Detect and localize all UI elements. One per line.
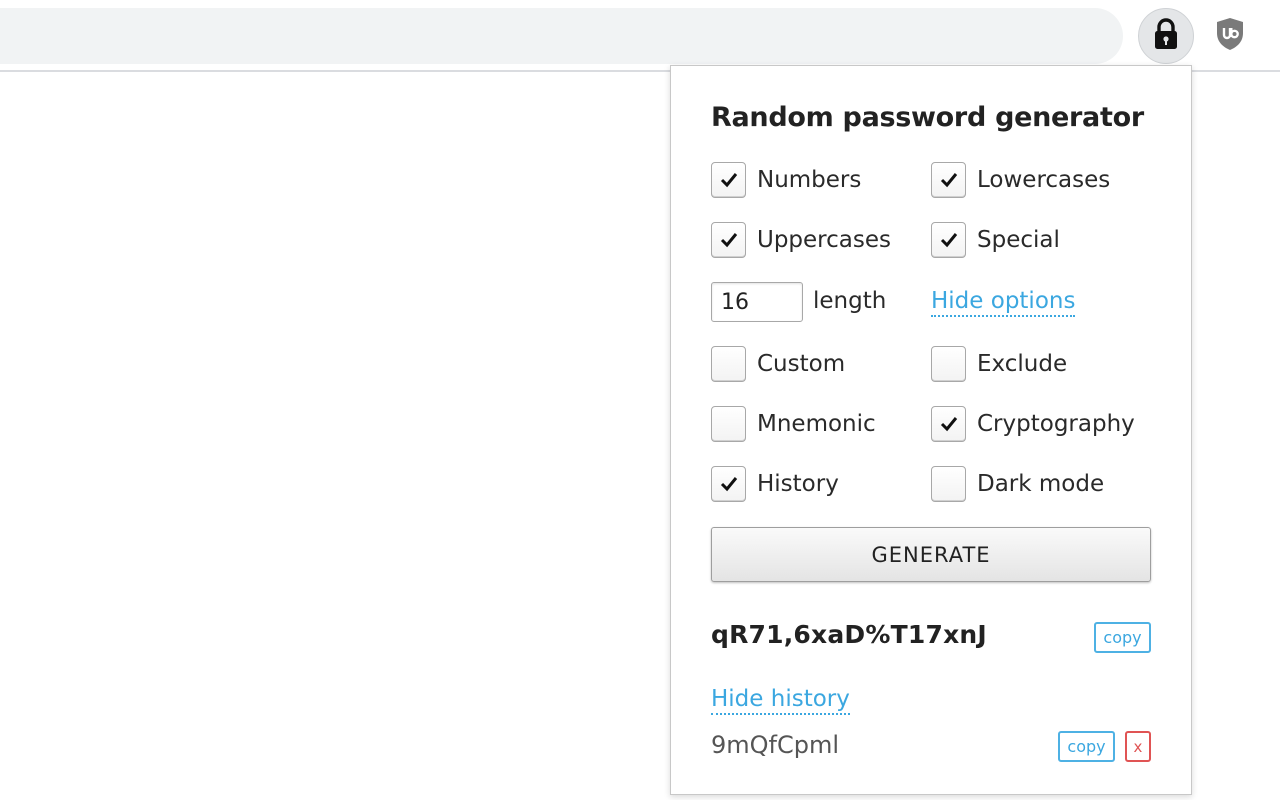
uppercases-label: Uppercases	[757, 227, 891, 253]
generate-button[interactable]: GENERATE	[711, 527, 1151, 582]
dark-mode-checkbox[interactable]	[931, 466, 966, 502]
checkmark-icon	[940, 173, 957, 188]
special-label: Special	[977, 227, 1060, 253]
option-dark-mode[interactable]: Dark mode	[931, 466, 1104, 502]
length-input[interactable]	[711, 282, 803, 322]
cryptography-label: Cryptography	[977, 411, 1135, 437]
option-mnemonic[interactable]: Mnemonic	[711, 406, 876, 442]
option-lowercases[interactable]: Lowercases	[931, 162, 1110, 198]
address-bar[interactable]	[0, 8, 1123, 64]
ublock-shield-icon	[1215, 17, 1245, 55]
custom-checkbox[interactable]	[711, 346, 746, 382]
option-numbers[interactable]: Numbers	[711, 162, 861, 198]
checkmark-icon	[720, 173, 737, 188]
option-custom[interactable]: Custom	[711, 346, 845, 382]
password-generator-popup: Random password generator Numbers Lowerc…	[670, 65, 1192, 795]
mnemonic-label: Mnemonic	[757, 411, 876, 437]
hide-history-link[interactable]: Hide history	[711, 685, 850, 715]
hide-options-link[interactable]: Hide options	[931, 287, 1076, 317]
copy-password-button[interactable]: copy	[1094, 622, 1151, 653]
exclude-label: Exclude	[977, 351, 1068, 377]
history-checkbox[interactable]	[711, 466, 746, 502]
length-label: length	[813, 288, 887, 314]
numbers-label: Numbers	[757, 167, 862, 193]
copy-history-button[interactable]: copy	[1058, 731, 1115, 762]
custom-label: Custom	[757, 351, 846, 377]
delete-history-button[interactable]: x	[1125, 731, 1151, 762]
generated-password: qR71,6xaD%T17xnJ	[711, 620, 987, 649]
option-history[interactable]: History	[711, 466, 839, 502]
history-password: 9mQfCpml	[711, 731, 840, 759]
option-exclude[interactable]: Exclude	[931, 346, 1067, 382]
option-uppercases[interactable]: Uppercases	[711, 222, 891, 258]
mnemonic-checkbox[interactable]	[711, 406, 746, 442]
history-label: History	[757, 471, 839, 497]
lock-icon	[1152, 18, 1180, 54]
option-special[interactable]: Special	[931, 222, 1060, 258]
browser-toolbar	[0, 0, 1280, 72]
checkmark-icon	[940, 233, 957, 248]
ublock-extension-button[interactable]	[1202, 8, 1258, 64]
option-cryptography[interactable]: Cryptography	[931, 406, 1135, 442]
uppercases-checkbox[interactable]	[711, 222, 746, 258]
dark-mode-label: Dark mode	[977, 471, 1105, 497]
checkmark-icon	[940, 417, 957, 432]
cryptography-checkbox[interactable]	[931, 406, 966, 442]
password-generator-extension-button[interactable]	[1138, 8, 1194, 64]
lowercases-checkbox[interactable]	[931, 162, 966, 198]
exclude-checkbox[interactable]	[931, 346, 966, 382]
lowercases-label: Lowercases	[977, 167, 1111, 193]
numbers-checkbox[interactable]	[711, 162, 746, 198]
checkmark-icon	[720, 233, 737, 248]
popup-title: Random password generator	[711, 102, 1144, 133]
special-checkbox[interactable]	[931, 222, 966, 258]
checkmark-icon	[720, 477, 737, 492]
